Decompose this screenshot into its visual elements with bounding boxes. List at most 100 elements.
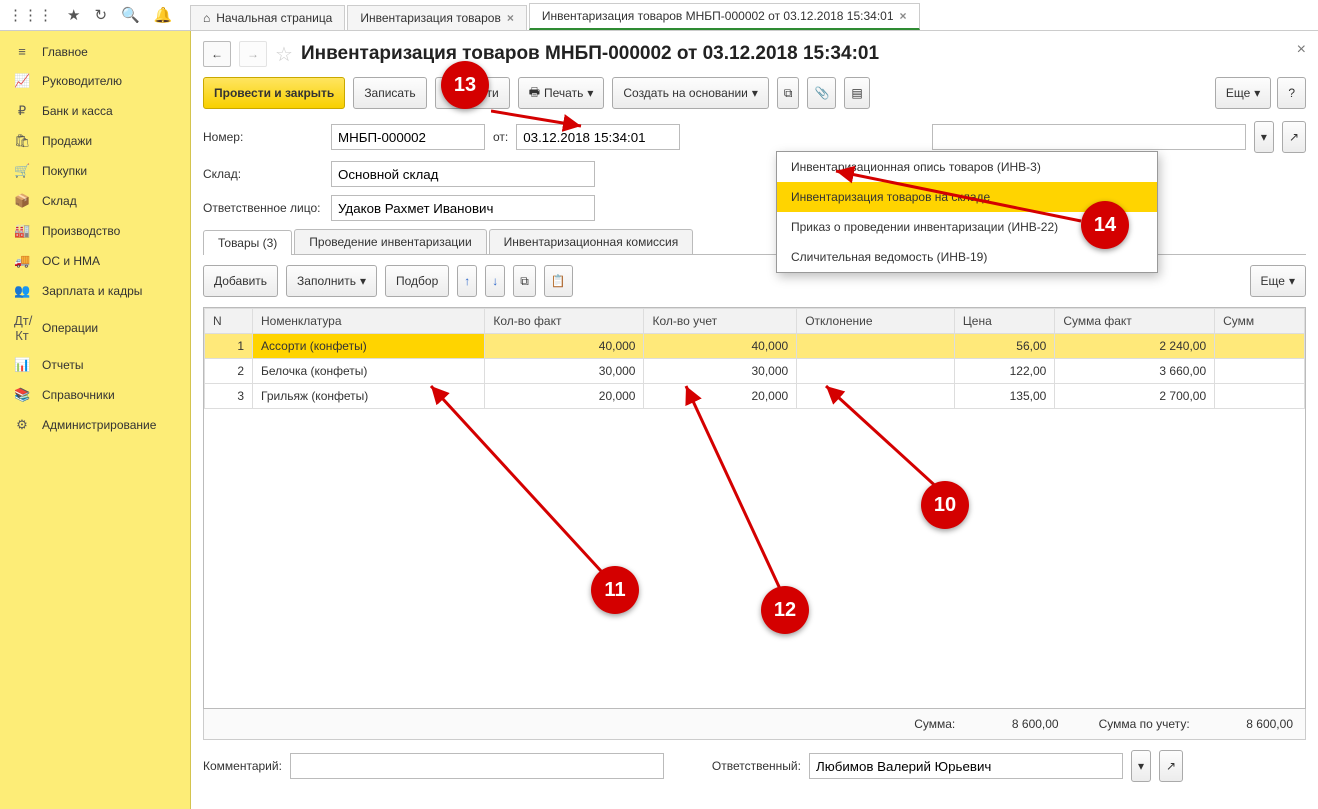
- sidebar-item[interactable]: ₽Банк и касса: [0, 96, 190, 126]
- cell[interactable]: [797, 359, 955, 384]
- cell[interactable]: 122,00: [954, 359, 1054, 384]
- cell[interactable]: 2 700,00: [1055, 384, 1215, 409]
- cell[interactable]: 3: [205, 384, 253, 409]
- column-header[interactable]: Кол-во учет: [644, 309, 797, 334]
- attach-button[interactable]: 📎: [807, 77, 836, 109]
- add-row-button[interactable]: Добавить: [203, 265, 278, 297]
- move-down-button[interactable]: ↓: [485, 265, 505, 297]
- org-dropdown-button[interactable]: ▾: [1254, 121, 1274, 153]
- star-icon[interactable]: ★: [67, 6, 80, 24]
- search-icon[interactable]: 🔍: [121, 6, 140, 24]
- favorite-star-icon[interactable]: ☆: [275, 42, 293, 67]
- cell[interactable]: 3 660,00: [1055, 359, 1215, 384]
- grid[interactable]: NНоменклатураКол-во фактКол-во учетОткло…: [203, 307, 1306, 709]
- cell[interactable]: 20,000: [485, 384, 644, 409]
- cell[interactable]: [1215, 334, 1305, 359]
- tab-label: Инвентаризация товаров МНБП-000002 от 03…: [542, 9, 894, 23]
- sidebar-item[interactable]: 📚Справочники: [0, 380, 190, 410]
- window-tab[interactable]: ⌂Начальная страница: [190, 5, 345, 30]
- cell[interactable]: 30,000: [644, 359, 797, 384]
- close-icon[interactable]: ×: [900, 9, 907, 23]
- sidebar-icon: 📈: [14, 73, 30, 89]
- sidebar-label: Продажи: [42, 134, 92, 148]
- print-menu-item[interactable]: Инвентаризационная опись товаров (ИНВ-3): [777, 152, 1157, 182]
- sidebar-item[interactable]: ≡Главное: [0, 37, 190, 66]
- column-header[interactable]: Сумм: [1215, 309, 1305, 334]
- sidebar-item[interactable]: 🛍Продажи: [0, 126, 190, 156]
- back-button[interactable]: ←: [203, 41, 231, 67]
- sidebar-item[interactable]: 👥Зарплата и кадры: [0, 276, 190, 306]
- window-tab[interactable]: Инвентаризация товаров МНБП-000002 от 03…: [529, 3, 920, 30]
- copy-button[interactable]: ⧉: [513, 265, 536, 297]
- sidebar-item[interactable]: 📦Склад: [0, 186, 190, 216]
- sidebar-item[interactable]: 📈Руководителю: [0, 66, 190, 96]
- table-row[interactable]: 3Грильяж (конфеты)20,00020,000135,002 70…: [205, 384, 1305, 409]
- table-row[interactable]: 2Белочка (конфеты)30,00030,000122,003 66…: [205, 359, 1305, 384]
- more-button[interactable]: Еще▾: [1215, 77, 1271, 109]
- cell[interactable]: [1215, 359, 1305, 384]
- resp-open-button[interactable]: ↗: [1159, 750, 1183, 782]
- cell[interactable]: 20,000: [644, 384, 797, 409]
- cell[interactable]: [1215, 384, 1305, 409]
- column-header[interactable]: Цена: [954, 309, 1054, 334]
- column-header[interactable]: Номенклатура: [253, 309, 485, 334]
- print-button[interactable]: 🖶Печать▾: [518, 77, 605, 109]
- sidebar-item[interactable]: Дт/КтОперации: [0, 306, 190, 350]
- bell-icon[interactable]: 🔔: [154, 6, 173, 24]
- responsible-field[interactable]: [331, 195, 595, 221]
- close-icon[interactable]: ×: [1297, 41, 1306, 59]
- cell[interactable]: Ассорти (конфеты): [253, 334, 485, 359]
- org-field[interactable]: [932, 124, 1246, 150]
- forward-button[interactable]: →: [239, 41, 267, 67]
- cell[interactable]: 56,00: [954, 334, 1054, 359]
- cell[interactable]: 135,00: [954, 384, 1054, 409]
- sidebar-item[interactable]: 🛒Покупки: [0, 156, 190, 186]
- date-field[interactable]: [516, 124, 680, 150]
- table-row[interactable]: 1Ассорти (конфеты)40,00040,00056,002 240…: [205, 334, 1305, 359]
- cell[interactable]: [797, 334, 955, 359]
- window-tab[interactable]: Инвентаризация товаров×: [347, 5, 526, 30]
- warehouse-field[interactable]: [331, 161, 595, 187]
- window-tabs: ⌂Начальная страницаИнвентаризация товаро…: [190, 0, 922, 30]
- cell[interactable]: Грильяж (конфеты): [253, 384, 485, 409]
- paste-button[interactable]: 📋: [544, 265, 573, 297]
- responsible2-field[interactable]: [809, 753, 1123, 779]
- cell[interactable]: 2: [205, 359, 253, 384]
- subtab[interactable]: Инвентаризационная комиссия: [489, 229, 694, 254]
- column-header[interactable]: Отклонение: [797, 309, 955, 334]
- column-header[interactable]: Кол-во факт: [485, 309, 644, 334]
- cell[interactable]: 1: [205, 334, 253, 359]
- sidebar-item[interactable]: 🚚ОС и НМА: [0, 246, 190, 276]
- column-header[interactable]: Сумма факт: [1055, 309, 1215, 334]
- subtab[interactable]: Товары (3): [203, 230, 292, 255]
- cell[interactable]: 2 240,00: [1055, 334, 1215, 359]
- fill-button[interactable]: Заполнить▾: [286, 265, 377, 297]
- cell[interactable]: Белочка (конфеты): [253, 359, 485, 384]
- number-field[interactable]: [331, 124, 485, 150]
- history-icon[interactable]: ↻: [94, 6, 107, 24]
- cell[interactable]: 40,000: [485, 334, 644, 359]
- apps-icon[interactable]: ⋮⋮⋮: [8, 6, 53, 24]
- create-based-button[interactable]: Создать на основании▾: [612, 77, 769, 109]
- cell[interactable]: 30,000: [485, 359, 644, 384]
- resp-dropdown-button[interactable]: ▾: [1131, 750, 1151, 782]
- pick-button[interactable]: Подбор: [385, 265, 449, 297]
- move-up-button[interactable]: ↑: [457, 265, 477, 297]
- post-and-close-button[interactable]: Провести и закрыть: [203, 77, 345, 109]
- help-button[interactable]: ?: [1277, 77, 1306, 109]
- subtab[interactable]: Проведение инвентаризации: [294, 229, 486, 254]
- structure-button[interactable]: ⧉: [777, 77, 800, 109]
- cell[interactable]: [797, 384, 955, 409]
- save-button[interactable]: Записать: [353, 77, 426, 109]
- comment-field[interactable]: [290, 753, 664, 779]
- column-header[interactable]: N: [205, 309, 253, 334]
- close-icon[interactable]: ×: [507, 11, 514, 25]
- sidebar-item[interactable]: 🏭Производство: [0, 216, 190, 246]
- sidebar-label: Операции: [42, 321, 98, 335]
- list-button[interactable]: ▤: [844, 77, 869, 109]
- org-open-button[interactable]: ↗: [1282, 121, 1306, 153]
- sidebar-item[interactable]: 📊Отчеты: [0, 350, 190, 380]
- grid-more-button[interactable]: Еще▾: [1250, 265, 1306, 297]
- cell[interactable]: 40,000: [644, 334, 797, 359]
- sidebar-item[interactable]: ⚙Администрирование: [0, 410, 190, 440]
